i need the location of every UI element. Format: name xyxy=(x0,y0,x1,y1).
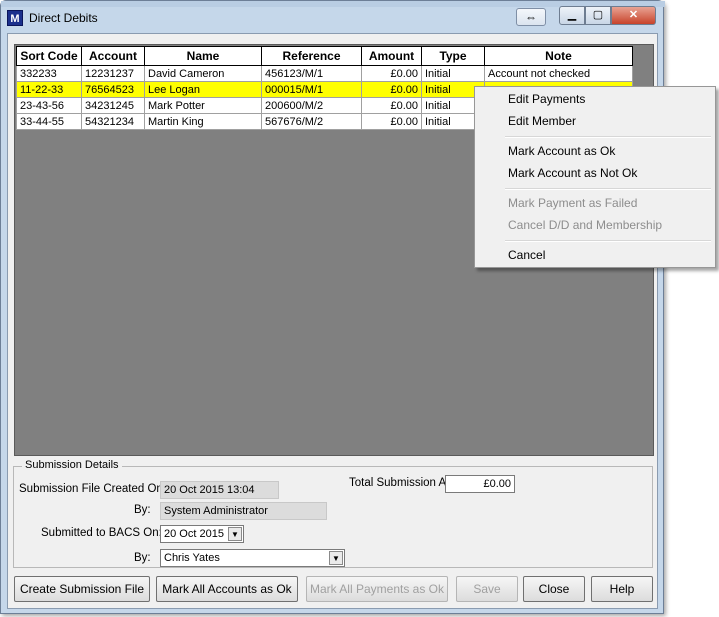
cell-name: Martin King xyxy=(144,113,262,130)
menu-item-cancel-dd-membership[interactable]: Cancel D/D and Membership xyxy=(478,215,712,235)
submitted-by-label: By: xyxy=(134,552,151,564)
column-header-reference[interactable]: Reference xyxy=(261,46,362,66)
maximize-icon: ▢ xyxy=(592,9,604,21)
cell-reference: 000015/M/1 xyxy=(261,81,362,98)
chevron-down-icon[interactable]: ▼ xyxy=(329,551,343,565)
context-menu: Edit Payments Edit Member Mark Account a… xyxy=(474,86,716,268)
group-title: Submission Details xyxy=(22,459,122,471)
submitted-by-value: Chris Yates xyxy=(164,552,220,564)
close-button[interactable]: Close xyxy=(523,576,585,602)
save-button[interactable]: Save xyxy=(456,576,518,602)
menu-separator xyxy=(505,188,711,190)
bacs-date-value: 20 Oct 2015 xyxy=(164,528,224,540)
cell-amount: £0.00 xyxy=(361,81,422,98)
submitted-by-select[interactable]: Chris Yates ▼ xyxy=(160,549,345,567)
mark-all-accounts-ok-button[interactable]: Mark All Accounts as Ok xyxy=(156,576,298,602)
minimize-icon: ▁ xyxy=(567,9,577,21)
created-on-field: 20 Oct 2015 13:04 xyxy=(160,481,279,499)
swap-arrows-icon: ⇔ xyxy=(525,10,537,24)
menu-item-cancel[interactable]: Cancel xyxy=(478,245,712,265)
table-row[interactable]: 332233 12231237 David Cameron 456123/M/1… xyxy=(16,65,633,82)
cell-account: 54321234 xyxy=(81,113,145,130)
cell-sort-code: 332233 xyxy=(16,65,82,82)
swap-arrows-button[interactable]: ⇔ xyxy=(516,8,546,26)
cell-account: 12231237 xyxy=(81,65,145,82)
column-header-note[interactable]: Note xyxy=(484,46,633,66)
menu-item-edit-payments[interactable]: Edit Payments xyxy=(478,89,712,109)
menu-item-mark-account-ok[interactable]: Mark Account as Ok xyxy=(478,141,712,161)
maximize-button[interactable]: ▢ xyxy=(585,6,611,25)
column-header-name[interactable]: Name xyxy=(144,46,262,66)
cell-name: Mark Potter xyxy=(144,97,262,114)
minimize-button[interactable]: ▁ xyxy=(559,6,585,25)
cell-reference: 200600/M/2 xyxy=(261,97,362,114)
cell-type: Initial xyxy=(421,65,485,82)
total-amount-field[interactable]: £0.00 xyxy=(445,475,515,493)
bacs-date-picker[interactable]: 20 Oct 2015 ▼ xyxy=(160,525,244,543)
cell-sort-code: 23-43-56 xyxy=(16,97,82,114)
menu-item-mark-account-not-ok[interactable]: Mark Account as Not Ok xyxy=(478,163,712,183)
column-header-sort-code[interactable]: Sort Code xyxy=(16,46,82,66)
close-icon: ✕ xyxy=(628,9,639,21)
created-by-field: System Administrator xyxy=(160,502,327,520)
mark-all-payments-ok-button[interactable]: Mark All Payments as Ok xyxy=(306,576,448,602)
cell-account: 76564523 xyxy=(81,81,145,98)
cell-amount: £0.00 xyxy=(361,65,422,82)
column-header-type[interactable]: Type xyxy=(421,46,485,66)
cell-note: Account not checked xyxy=(484,65,633,82)
created-by-label: By: xyxy=(134,504,151,516)
cell-name: Lee Logan xyxy=(144,81,262,98)
column-header-amount[interactable]: Amount xyxy=(361,46,422,66)
cell-account: 34231245 xyxy=(81,97,145,114)
help-button[interactable]: Help xyxy=(591,576,653,602)
menu-separator xyxy=(505,240,711,242)
cell-name: David Cameron xyxy=(144,65,262,82)
created-on-label: Submission File Created On: xyxy=(19,483,167,495)
menu-separator xyxy=(505,136,711,138)
title-bar[interactable]: M Direct Debits ⇔ ▁ ▢ ✕ xyxy=(1,5,663,31)
column-header-account[interactable]: Account xyxy=(81,46,145,66)
menu-item-edit-member[interactable]: Edit Member xyxy=(478,111,712,131)
cell-reference: 456123/M/1 xyxy=(261,65,362,82)
cell-reference: 567676/M/2 xyxy=(261,113,362,130)
app-logo-icon: M xyxy=(7,10,23,26)
chevron-down-icon[interactable]: ▼ xyxy=(228,527,242,541)
menu-item-mark-payment-failed[interactable]: Mark Payment as Failed xyxy=(478,193,712,213)
submission-details-group: Submission Details Submission File Creat… xyxy=(13,459,653,568)
window-title: Direct Debits xyxy=(29,11,98,25)
cell-sort-code: 11-22-33 xyxy=(16,81,82,98)
close-window-button[interactable]: ✕ xyxy=(611,6,656,25)
bacs-date-label: Submitted to BACS On: xyxy=(41,527,162,539)
cell-amount: £0.00 xyxy=(361,97,422,114)
cell-amount: £0.00 xyxy=(361,113,422,130)
create-submission-file-button[interactable]: Create Submission File xyxy=(14,576,150,602)
cell-sort-code: 33-44-55 xyxy=(16,113,82,130)
header-row: Sort Code Account Name Reference Amount … xyxy=(16,46,633,66)
